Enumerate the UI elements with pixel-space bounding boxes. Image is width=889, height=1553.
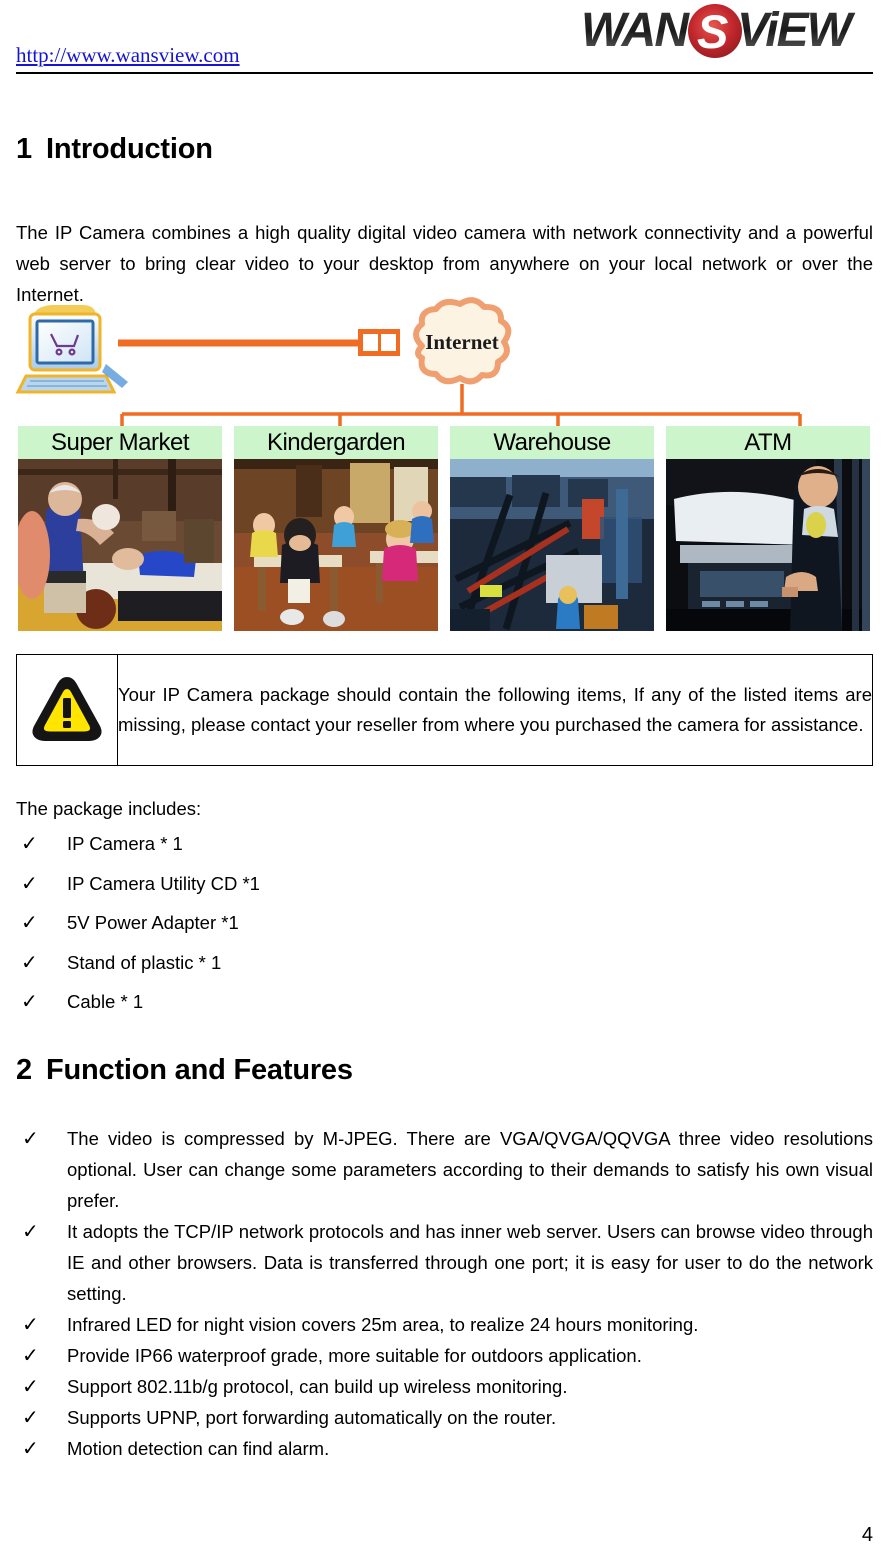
package-contents-list: ✓ IP Camera * 1 ✓ IP Camera Utility CD *…: [16, 828, 873, 1026]
list-item: ✓ Cable * 1: [16, 986, 873, 1017]
section-1-title: Introduction: [46, 133, 213, 165]
venue-atm: ATM: [666, 426, 870, 631]
network-topology-diagram: Internet Super Market Kindergarden Wareh…: [10, 296, 870, 636]
check-icon: ✓: [22, 1436, 39, 1460]
website-link[interactable]: http://www.wansview.com: [16, 43, 240, 68]
network-connector-icon: [358, 329, 400, 356]
page-header: http://www.wansview.com WAN S ViEW: [16, 0, 873, 74]
list-item-label: The video is compressed by M-JPEG. There…: [67, 1128, 873, 1211]
notice-icon-cell: [16, 654, 118, 766]
notice-table: Your IP Camera package should contain th…: [16, 654, 873, 766]
internet-cloud-icon: Internet: [413, 297, 512, 385]
kindergarten-classroom-photo: [234, 459, 438, 631]
list-item-label: Support 802.11b/g protocol, can build up…: [67, 1376, 568, 1397]
list-item-label: Supports UPNP, port forwarding automatic…: [67, 1407, 557, 1428]
list-item: ✓ Stand of plastic * 1: [16, 947, 873, 978]
list-item-label: IP Camera Utility CD *1: [67, 872, 260, 894]
check-icon: ✓: [21, 870, 38, 895]
atm-user-photo: [666, 459, 870, 631]
list-item: ✓ Infrared LED for night vision covers 2…: [16, 1309, 873, 1340]
section-1-heading: 1 Introduction: [16, 133, 213, 166]
list-item: ✓ IP Camera Utility CD *1: [16, 868, 873, 899]
list-item-label: It adopts the TCP/IP network protocols a…: [67, 1221, 873, 1304]
venue-warehouse: Warehouse: [450, 426, 654, 631]
section-1-number: 1: [16, 133, 32, 165]
list-item-label: Motion detection can find alarm.: [67, 1438, 330, 1459]
document-page: http://www.wansview.com WAN S ViEW 1 Int…: [0, 0, 889, 1553]
check-icon: ✓: [22, 1343, 39, 1367]
warning-triangle-icon: [28, 676, 106, 748]
list-item-label: Cable * 1: [67, 991, 144, 1012]
list-item: ✓ Support 802.11b/g protocol, can build …: [16, 1371, 873, 1402]
check-icon: ✓: [21, 949, 38, 974]
venue-label: ATM: [666, 426, 870, 459]
list-item-label: IP Camera * 1: [67, 833, 183, 854]
list-item: ✓ 5V Power Adapter *1: [16, 907, 873, 938]
list-item: ✓ Motion detection can find alarm.: [16, 1433, 873, 1464]
wansview-logo: WAN S ViEW: [579, 2, 871, 60]
check-icon: ✓: [21, 910, 38, 934]
svg-text:S: S: [697, 5, 728, 58]
notice-text: Your IP Camera package should contain th…: [117, 654, 873, 766]
venue-label: Super Market: [18, 426, 222, 459]
venue-label: Kindergarden: [234, 426, 438, 459]
section-2-heading: 2 Function and Features: [16, 1054, 353, 1087]
check-icon: ✓: [22, 1219, 39, 1243]
section-2-number: 2: [16, 1054, 32, 1086]
check-icon: ✓: [22, 1405, 39, 1429]
list-item-label: Infrared LED for night vision covers 25m…: [67, 1314, 699, 1335]
list-item: ✓ Provide IP66 waterproof grade, more su…: [16, 1340, 873, 1371]
list-item: ✓ Supports UPNP, port forwarding automat…: [16, 1402, 873, 1433]
venue-label: Warehouse: [450, 426, 654, 459]
svg-text:WAN: WAN: [581, 4, 690, 57]
list-item-label: Provide IP66 waterproof grade, more suit…: [67, 1345, 642, 1366]
table-row: Your IP Camera package should contain th…: [16, 654, 873, 766]
check-icon: ✓: [22, 1312, 39, 1336]
supermarket-checkout-photo: [18, 459, 222, 631]
list-item-label: 5V Power Adapter *1: [67, 912, 239, 933]
venue-kindergarden: Kindergarden: [234, 426, 438, 631]
section-2-title: Function and Features: [46, 1054, 353, 1086]
list-item-label: Stand of plastic * 1: [67, 951, 222, 973]
package-includes-label: The package includes:: [16, 798, 202, 819]
check-icon: ✓: [22, 1374, 39, 1398]
list-item: ✓ It adopts the TCP/IP network protocols…: [16, 1216, 873, 1309]
svg-text:ViEW: ViEW: [737, 4, 856, 57]
check-icon: ✓: [21, 989, 38, 1013]
cloud-label: Internet: [425, 330, 498, 354]
desktop-computer-icon: [15, 305, 128, 394]
warehouse-shelving-photo: [450, 459, 654, 631]
features-list: ✓ The video is compressed by M-JPEG. The…: [16, 1123, 873, 1464]
venue-row: Super Market Kindergarden Warehouse ATM: [18, 426, 870, 631]
list-item: ✓ IP Camera * 1: [16, 828, 873, 859]
check-icon: ✓: [22, 1126, 39, 1150]
page-number: 4: [861, 1524, 873, 1546]
check-icon: ✓: [21, 831, 38, 855]
venue-super-market: Super Market: [18, 426, 222, 631]
list-item: ✓ The video is compressed by M-JPEG. The…: [16, 1123, 873, 1216]
